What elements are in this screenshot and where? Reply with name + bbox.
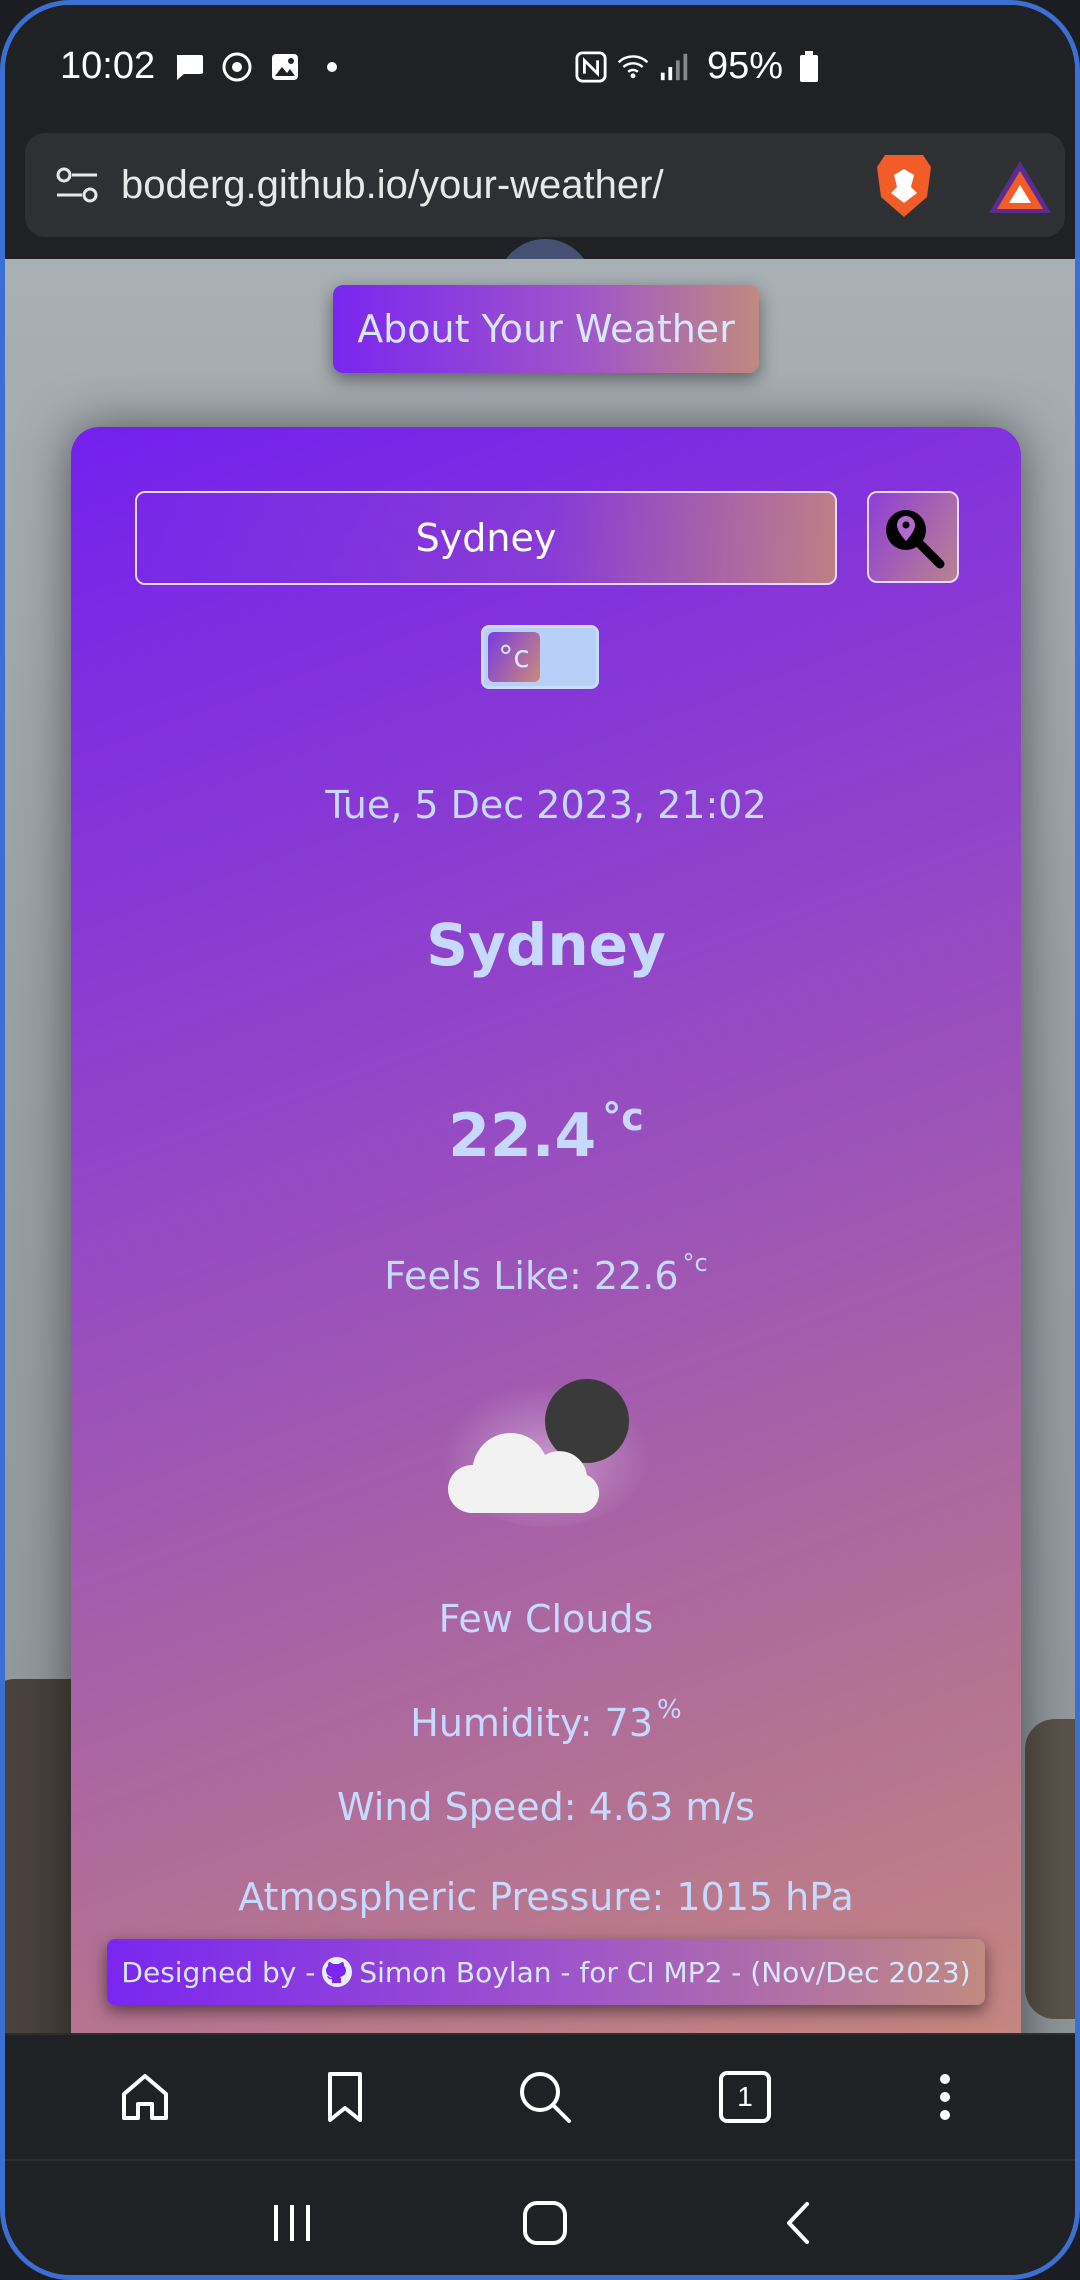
bookmarks-button[interactable]: [310, 2062, 380, 2132]
tabs-button[interactable]: 1: [710, 2062, 780, 2132]
browser-top-bar: boderg.github.io/your-weather/: [5, 133, 1075, 335]
humidity-value: Humidity: 73: [410, 1701, 654, 1745]
bookmark-icon: [328, 2072, 362, 2122]
home-icon: [122, 2074, 168, 2120]
message-icon: [173, 51, 205, 83]
site-settings-icon[interactable]: [55, 165, 99, 205]
github-icon[interactable]: [321, 1956, 353, 1988]
signal-icon: [659, 51, 691, 83]
location-search-icon: [886, 510, 945, 569]
phone-frame: 10:02 95% boderg.github.io/your-weather/…: [0, 0, 1080, 2280]
home-button[interactable]: [110, 2062, 180, 2132]
back-button[interactable]: [763, 2188, 833, 2258]
url-text[interactable]: boderg.github.io/your-weather/: [121, 163, 664, 208]
unit-toggle[interactable]: °c: [481, 625, 599, 689]
weather-card: Sydney °c Tue, 5 Dec 2023, 21:02 Sydney …: [71, 427, 1021, 2033]
web-page: About Your Weather Sydney °c Tue, 5 Dec …: [5, 259, 1075, 2033]
battery-icon: [793, 50, 825, 83]
back-icon: [787, 2202, 810, 2244]
credit-text[interactable]: Simon Boylan - for CI MP2 - (Nov/Dec 202…: [359, 1956, 970, 1989]
system-navigation-bar: [5, 2159, 1075, 2275]
search-toolbar-button[interactable]: [510, 2062, 580, 2132]
brave-rewards-icon[interactable]: [987, 159, 1053, 215]
address-bar[interactable]: boderg.github.io/your-weather/: [25, 133, 1065, 237]
search-icon: [520, 2072, 571, 2123]
recent-apps-icon: [273, 2205, 310, 2241]
brave-shields-icon[interactable]: [873, 151, 935, 219]
humidity-unit: %: [657, 1695, 682, 1725]
system-status-icons: 95%: [575, 45, 825, 88]
date-time: Tue, 5 Dec 2023, 21:02: [325, 783, 767, 827]
city-name: Sydney: [426, 911, 666, 979]
feels-like-value: Feels Like: 22.6: [384, 1254, 679, 1298]
wind-speed: Wind Speed: 4.63 m/s: [337, 1785, 755, 1829]
menu-button[interactable]: [910, 2062, 980, 2132]
temperature-unit: °c: [602, 1095, 644, 1139]
tab-count: 1: [719, 2071, 771, 2123]
weather-description: Few Clouds: [438, 1597, 654, 1641]
humidity: Humidity: 73%: [71, 1695, 1021, 1745]
more-notifications-dot: [327, 62, 337, 72]
home-nav-button[interactable]: [510, 2188, 580, 2258]
more-vertical-icon: [940, 2074, 950, 2120]
nfc-icon: [575, 50, 607, 83]
status-time: 10:02: [60, 45, 156, 87]
few-clouds-night-icon: [441, 1367, 651, 1527]
unit-toggle-knob[interactable]: °c: [488, 632, 540, 682]
temperature-value: 22.4: [448, 1101, 597, 1171]
background-rock-right: [1025, 1719, 1075, 2019]
recent-apps-button[interactable]: [257, 2188, 327, 2258]
home-nav-icon: [522, 2201, 567, 2245]
disc-icon: [221, 51, 253, 83]
temperature: 22.4 °c: [71, 1095, 1021, 1171]
about-button[interactable]: About Your Weather: [333, 285, 759, 373]
feels-like: Feels Like: 22.6 °c: [71, 1249, 1021, 1298]
image-icon: [269, 51, 301, 83]
atmospheric-pressure: Atmospheric Pressure: 1015 hPa: [238, 1875, 854, 1919]
designer-credit-banner: Designed by - Simon Boylan - for CI MP2 …: [107, 1939, 985, 2005]
search-button[interactable]: [867, 491, 959, 583]
credit-prefix: Designed by -: [121, 1955, 316, 1989]
notification-icons: [173, 51, 337, 83]
battery-percent: 95%: [707, 45, 784, 87]
status-bar: 10:02 95%: [5, 5, 1075, 133]
browser-bottom-toolbar: 1: [5, 2033, 1075, 2159]
feels-like-unit: °c: [682, 1249, 708, 1277]
wifi-icon: [617, 51, 649, 83]
city-search-input[interactable]: Sydney: [135, 491, 837, 585]
